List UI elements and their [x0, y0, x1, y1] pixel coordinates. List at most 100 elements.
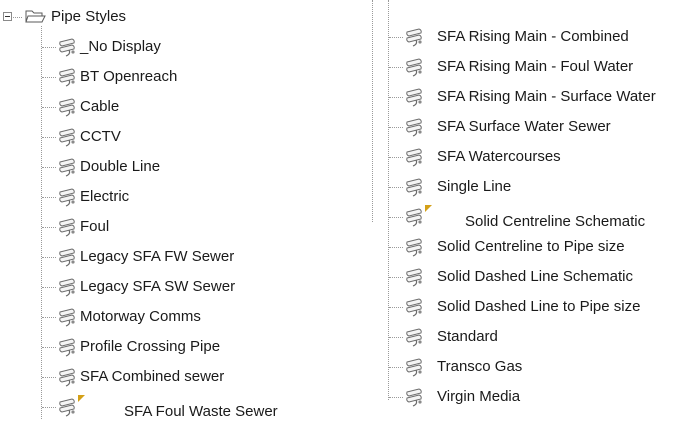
tree-connector	[389, 67, 403, 68]
tree-item-label: Cable	[80, 98, 120, 115]
pipe-style-icon	[403, 26, 425, 48]
pipe-style-icon	[56, 396, 78, 418]
pipe-style-icon	[56, 366, 78, 388]
tree-item-label: Double Line	[80, 158, 161, 175]
pipe-style-icon	[403, 236, 425, 258]
tree-right-column: SFA Rising Main - Combined SFA Rising Mai…	[360, 0, 691, 419]
tree-item-label: Solid Centreline Schematic	[465, 213, 646, 230]
pipe-style-icon	[403, 326, 425, 348]
pipe-style-icon	[56, 66, 78, 88]
pipe-style-icon	[403, 356, 425, 378]
modified-marker-icon	[78, 395, 85, 402]
tree-connector	[42, 47, 56, 48]
tree-item-label: SFA Rising Main - Surface Water	[437, 88, 656, 105]
tree-connector	[42, 167, 56, 168]
tree-item-legacy-sfa-fw-sewer[interactable]: Legacy SFA FW Sewer	[0, 242, 330, 272]
tree-item-label: Motorway Comms	[80, 308, 201, 325]
pipe-style-icon	[56, 126, 78, 148]
tree-connector	[389, 187, 403, 188]
tree-item-label: Legacy SFA SW Sewer	[80, 278, 236, 295]
tree-item-standard[interactable]: Standard	[360, 322, 690, 352]
tree-item-solid-dashed-line-schematic[interactable]: Solid Dashed Line Schematic	[360, 262, 690, 292]
pipe-style-icon	[403, 206, 425, 228]
folder-open-icon	[24, 6, 46, 28]
tree-item-label: SFA Foul Waste Sewer	[124, 403, 278, 420]
tree-connector	[42, 137, 56, 138]
tree-item-legacy-sfa-sw-sewer[interactable]: Legacy SFA SW Sewer	[0, 272, 330, 302]
tree-item-profile-crossing-pipe[interactable]: Profile Crossing Pipe	[0, 332, 330, 362]
tree-connector	[389, 157, 403, 158]
tree-connector	[389, 307, 403, 308]
tree-item-foul[interactable]: Foul	[0, 212, 330, 242]
tree-item-sfa-watercourses[interactable]: SFA Watercourses	[360, 142, 690, 172]
tree-connector	[42, 317, 56, 318]
tree-item-solid-dashed-line-to-pipe-size[interactable]: Solid Dashed Line to Pipe size	[360, 292, 690, 322]
pipe-style-icon	[403, 176, 425, 198]
pipe-style-icon	[56, 276, 78, 298]
tree-item-electric[interactable]: Electric	[0, 182, 330, 212]
tree-item-label: SFA Rising Main - Combined	[437, 28, 629, 45]
tree-connector	[42, 197, 56, 198]
tree-item-solid-centreline-schematic[interactable]: Solid Centreline Schematic	[360, 202, 690, 232]
tree-item-label: Legacy SFA FW Sewer	[80, 248, 235, 265]
tree-left-column: Pipe Styles _No Display BT Openreach Cable…	[0, 0, 360, 422]
tree-root-label: Pipe Styles	[51, 8, 127, 25]
tree-item-label: SFA Rising Main - Foul Water	[437, 58, 634, 75]
tree-connector	[389, 37, 403, 38]
tree-item-cable[interactable]: Cable	[0, 92, 330, 122]
tree-connector	[389, 247, 403, 248]
pipe-style-icon	[403, 266, 425, 288]
tree-item-label: Profile Crossing Pipe	[80, 338, 221, 355]
tree-item-label: Electric	[80, 188, 130, 205]
tree-item-transco-gas[interactable]: Transco Gas	[360, 352, 690, 382]
tree-item-label: Virgin Media	[437, 388, 521, 405]
pipe-style-icon	[56, 336, 78, 358]
tree-item-solid-centreline-to-pipe-size[interactable]: Solid Centreline to Pipe size	[360, 232, 690, 262]
tree-item-label: Single Line	[437, 178, 512, 195]
tree-item-sfa-rising-main-foul-water[interactable]: SFA Rising Main - Foul Water	[360, 52, 690, 82]
pipe-style-icon	[56, 306, 78, 328]
pipe-style-icon	[56, 216, 78, 238]
pipe-style-icon	[403, 56, 425, 78]
tree-connector	[42, 257, 56, 258]
tree-item-double-line[interactable]: Double Line	[0, 152, 330, 182]
tree-connector	[42, 107, 56, 108]
tree-item-label: SFA Surface Water Sewer	[437, 118, 611, 135]
pipe-style-icon	[403, 86, 425, 108]
tree-item-sfa-rising-main-combined[interactable]: SFA Rising Main - Combined	[360, 22, 690, 52]
tree-item-motorway-comms[interactable]: Motorway Comms	[0, 302, 330, 332]
tree-item-no-display[interactable]: _No Display	[0, 32, 330, 62]
tree-connector	[389, 367, 403, 368]
tree-item-virgin-media[interactable]: Virgin Media	[360, 382, 690, 412]
tree-item-label: SFA Combined sewer	[80, 368, 225, 385]
tree-connector	[42, 407, 56, 408]
tree-item-label: BT Openreach	[80, 68, 178, 85]
pipe-style-icon	[403, 296, 425, 318]
tree-item-sfa-foul-waste-sewer[interactable]: SFA Foul Waste Sewer	[0, 392, 330, 422]
pipe-style-icon	[56, 36, 78, 58]
pipe-style-icon	[56, 246, 78, 268]
pipe-style-icon	[56, 156, 78, 178]
tree-item-label: SFA Watercourses	[437, 148, 561, 165]
tree-connector	[42, 287, 56, 288]
modified-marker-icon	[425, 205, 432, 212]
tree-item-cctv[interactable]: CCTV	[0, 122, 330, 152]
tree-connector	[389, 127, 403, 128]
pipe-style-icon	[403, 116, 425, 138]
tree-item-bt-openreach[interactable]: BT Openreach	[0, 62, 330, 92]
tree-connector	[389, 217, 403, 218]
tree-connector	[42, 377, 56, 378]
tree-item-label: Transco Gas	[437, 358, 523, 375]
tree-item-sfa-combined-sewer[interactable]: SFA Combined sewer	[0, 362, 330, 392]
collapse-toggle-icon[interactable]	[3, 12, 12, 21]
tree-connector	[389, 397, 403, 398]
tree-connector	[389, 277, 403, 278]
tree-item-sfa-rising-main-surface-water[interactable]: SFA Rising Main - Surface Water	[360, 82, 690, 112]
tree-item-label: Foul	[80, 218, 110, 235]
tree-root-pipe-styles[interactable]: Pipe Styles	[0, 4, 200, 34]
tree-connector	[42, 347, 56, 348]
tree-connector	[389, 337, 403, 338]
tree-item-single-line[interactable]: Single Line	[360, 172, 690, 202]
tree-item-sfa-surface-water-sewer[interactable]: SFA Surface Water Sewer	[360, 112, 690, 142]
tree-item-label: Solid Dashed Line to Pipe size	[437, 298, 641, 315]
